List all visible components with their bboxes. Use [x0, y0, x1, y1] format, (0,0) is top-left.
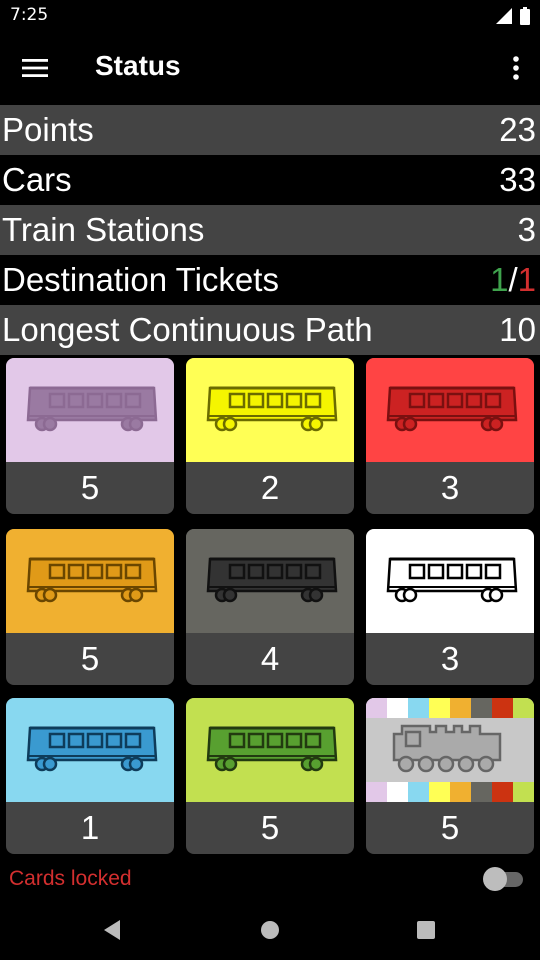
card-count: 3	[440, 640, 460, 677]
stat-value: 10	[499, 311, 536, 348]
stat-value: 33	[499, 161, 536, 198]
stat-row-longest-path: Longest Continuous Path 10	[0, 305, 540, 355]
card-color-area	[186, 698, 354, 802]
stat-label: Points	[2, 111, 94, 148]
clock: 7:25	[10, 5, 49, 25]
tickets-completed: 1	[490, 261, 509, 298]
card-count: 5	[440, 809, 460, 846]
signal-icon	[496, 8, 512, 24]
train-car-icon	[386, 557, 518, 603]
train-card-orange[interactable]: 5	[6, 529, 174, 685]
train-card-red[interactable]: 3	[366, 358, 534, 514]
card-count: 4	[260, 640, 280, 677]
recent-apps-icon[interactable]	[416, 920, 436, 940]
card-count: 5	[80, 469, 100, 506]
card-color-area	[186, 529, 354, 633]
stat-label: Longest Continuous Path	[2, 311, 373, 348]
train-car-icon	[26, 557, 158, 603]
system-status-bar: 7:25	[0, 0, 540, 32]
train-card-blue[interactable]: 1	[6, 698, 174, 854]
system-nav-bar	[0, 900, 540, 960]
card-count: 5	[80, 640, 100, 677]
train-car-icon	[206, 726, 338, 772]
home-icon[interactable]	[260, 920, 280, 940]
battery-icon	[520, 7, 530, 25]
stat-value: 3	[517, 211, 536, 248]
card-color-area	[6, 358, 174, 462]
card-color-area	[6, 698, 174, 802]
tickets-separator: /	[508, 261, 518, 298]
stat-row-points: Points 23	[0, 105, 540, 155]
cards-locked-toggle[interactable]	[483, 867, 525, 891]
train-card-purple[interactable]: 5	[6, 358, 174, 514]
stat-label: Destination Tickets	[2, 261, 279, 298]
footer: Cards locked	[0, 862, 540, 898]
tickets-value: 1/1	[490, 261, 538, 299]
train-card-locomotive[interactable]: 5	[366, 698, 534, 854]
stats-list: Points 23 Cars 33 Train Stations 3 Desti…	[0, 105, 540, 355]
stat-row-cars: Cars 33	[0, 155, 540, 205]
train-car-icon	[386, 386, 518, 432]
hamburger-icon[interactable]	[22, 56, 50, 80]
train-card-white[interactable]: 3	[366, 529, 534, 685]
card-count: 2	[260, 469, 280, 506]
stat-row-tickets: Destination Tickets 1/1	[0, 255, 540, 305]
stat-value: 23	[499, 111, 536, 148]
train-car-icon	[206, 386, 338, 432]
locomotive-icon	[366, 698, 534, 802]
card-count: 1	[80, 809, 100, 846]
card-count: 5	[260, 809, 280, 846]
cards-locked-label: Cards locked	[9, 867, 132, 890]
back-icon[interactable]	[102, 920, 122, 940]
train-card-black[interactable]: 4	[186, 529, 354, 685]
more-vert-icon[interactable]	[510, 54, 522, 82]
train-card-green[interactable]: 5	[186, 698, 354, 854]
app-bar: Status	[0, 32, 540, 104]
card-color-area	[186, 358, 354, 462]
card-color-area	[366, 529, 534, 633]
toggle-knob	[483, 867, 507, 891]
status-icons	[496, 7, 530, 25]
train-car-icon	[206, 557, 338, 603]
page-title: Status	[95, 50, 181, 81]
stat-label: Train Stations	[2, 211, 205, 248]
card-color-area	[366, 698, 534, 802]
tickets-total: 1	[517, 261, 536, 298]
train-car-icon	[26, 386, 158, 432]
card-color-area	[366, 358, 534, 462]
card-count: 3	[440, 469, 460, 506]
stat-row-stations: Train Stations 3	[0, 205, 540, 255]
stat-label: Cars	[2, 161, 72, 198]
card-color-area	[6, 529, 174, 633]
train-card-yellow[interactable]: 2	[186, 358, 354, 514]
train-car-icon	[26, 726, 158, 772]
